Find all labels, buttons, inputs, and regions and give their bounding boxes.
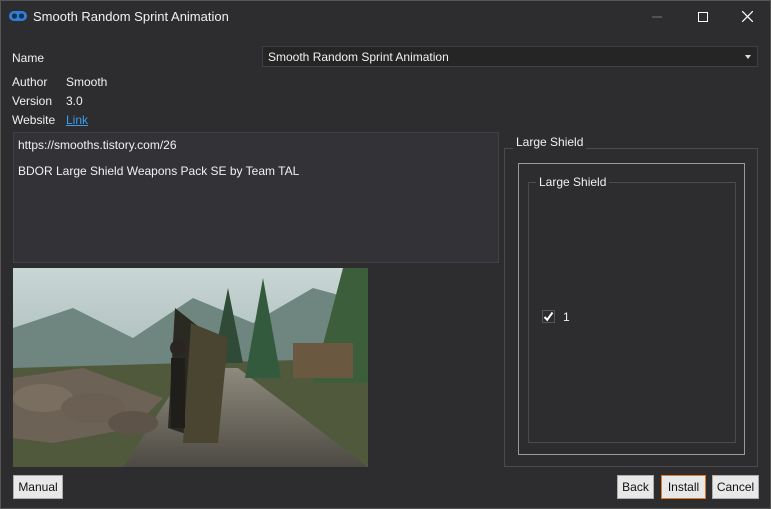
name-dropdown[interactable]: Smooth Random Sprint Animation <box>262 46 758 67</box>
option-checkbox[interactable] <box>542 310 555 323</box>
minimize-icon <box>652 16 662 17</box>
website-label: Website <box>12 113 56 127</box>
description-box[interactable]: https://smooths.tistory.com/26 BDOR Larg… <box>13 132 499 263</box>
preview-scene <box>13 268 368 467</box>
large-shield-group-title: Large Shield <box>513 135 587 149</box>
author-value: Smooth <box>66 75 108 89</box>
large-shield-subgroup-frame <box>528 182 736 443</box>
name-label: Name <box>12 51 45 65</box>
website-link[interactable]: Link <box>66 113 88 127</box>
version-label: Version <box>12 94 53 108</box>
manual-button[interactable]: Manual <box>13 475 63 499</box>
maximize-icon <box>698 11 708 22</box>
author-label: Author <box>12 75 48 89</box>
description-url: https://smooths.tistory.com/26 <box>18 138 177 152</box>
title-bar[interactable]: Smooth Random Sprint Animation <box>1 1 770 32</box>
back-button[interactable]: Back <box>617 475 654 499</box>
app-logo-icon <box>9 11 27 21</box>
installer-window: Smooth Random Sprint Animation Name Smoo… <box>0 0 771 509</box>
large-shield-subgroup-title: Large Shield <box>536 175 610 189</box>
option-checkbox-label[interactable]: 1 <box>563 310 570 324</box>
install-button[interactable]: Install <box>661 475 706 499</box>
chevron-down-icon <box>745 55 751 59</box>
preview-image <box>13 268 368 467</box>
maximize-button[interactable] <box>680 1 726 32</box>
close-button[interactable] <box>724 1 770 32</box>
close-icon <box>741 11 753 22</box>
checkmark-icon <box>543 311 554 322</box>
description-text: BDOR Large Shield Weapons Pack SE by Tea… <box>18 164 300 178</box>
large-shield-subgroup: Large Shield <box>528 175 736 443</box>
window-title: Smooth Random Sprint Animation <box>33 9 229 24</box>
name-dropdown-value: Smooth Random Sprint Animation <box>268 50 449 64</box>
cancel-button[interactable]: Cancel <box>712 475 759 499</box>
minimize-button[interactable] <box>634 1 680 32</box>
version-value: 3.0 <box>66 94 83 108</box>
